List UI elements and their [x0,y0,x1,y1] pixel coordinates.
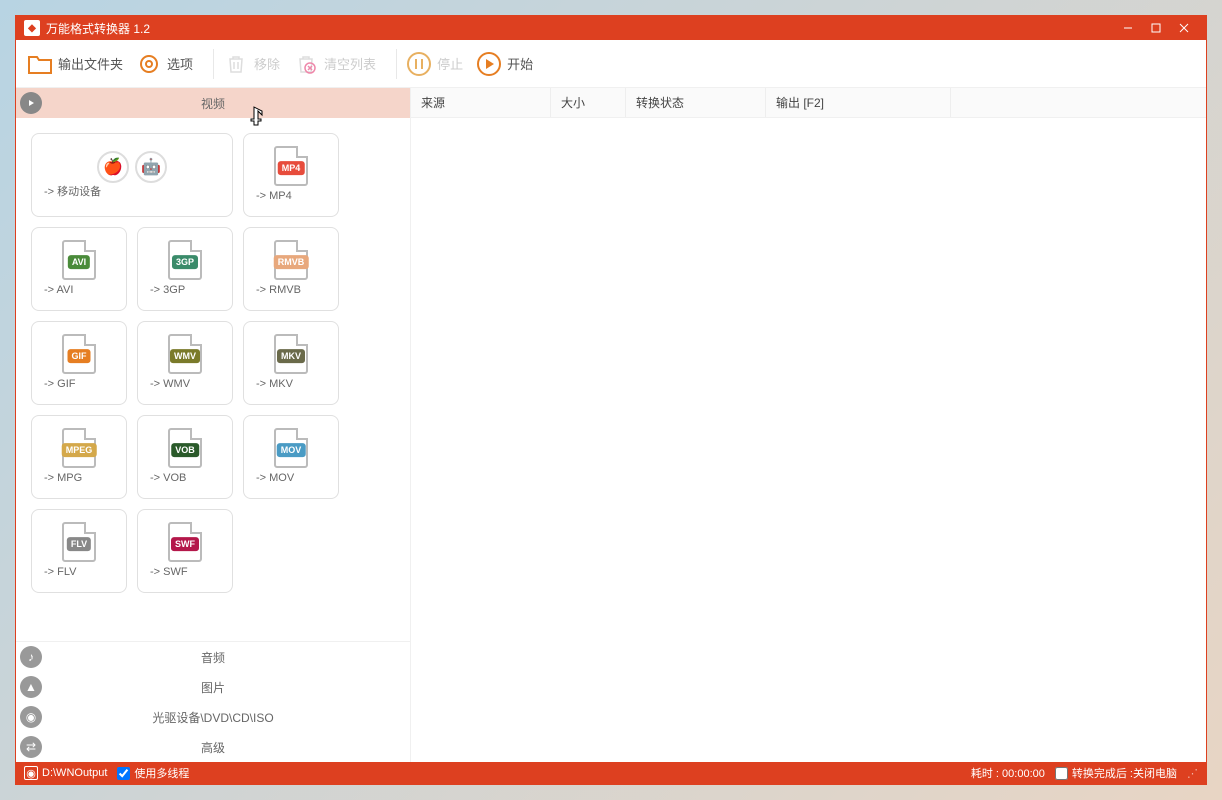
trash-icon [222,50,250,78]
col-status[interactable]: 转换状态 [626,88,766,117]
format-mpeg[interactable]: MPEG -> MPG [31,415,127,499]
statusbar: ◉ D:\WNOutput 使用多线程 耗时 : 00:00:00 转换完成后 … [16,762,1206,784]
resize-grip-icon[interactable]: ⋰ [1187,767,1198,780]
stop-button[interactable]: 停止 [405,50,463,78]
music-icon: ♪ [16,642,46,672]
multithread-checkbox[interactable]: 使用多线程 [117,765,189,781]
disc-icon: ◉ [16,702,46,732]
toolbar: 输出文件夹 选项 移除 清空列表 停止 开始 [16,40,1206,88]
category-advanced[interactable]: ⇄ 高级 [16,732,410,762]
col-empty [951,88,1206,117]
column-headers: 来源 大小 转换状态 输出 [F2] [411,88,1206,118]
play-icon [475,50,503,78]
format-wmv[interactable]: WMV -> WMV [137,321,233,405]
output-path[interactable]: ◉ D:\WNOutput [24,766,107,780]
after-conversion[interactable]: 转换完成后 : 关闭电脑 [1055,765,1177,781]
category-disc[interactable]: ◉ 光驱设备\DVD\CD\ISO [16,702,410,732]
titlebar[interactable]: ◆ 万能格式转换器 1.2 [16,16,1206,40]
format-grid: 🍎 🤖 -> 移动设备 MP4 -> MP4 AVI -> AVI [16,118,410,641]
android-icon: 🤖 [135,151,167,183]
play-circle-icon [16,88,46,118]
trash-x-icon [292,50,320,78]
gear-icon [135,50,163,78]
app-logo-icon: ◆ [24,20,40,36]
format-avi[interactable]: AVI -> AVI [31,227,127,311]
maximize-button[interactable] [1142,16,1170,40]
separator [396,49,397,79]
category-audio[interactable]: ♪ 音频 [16,642,410,672]
format-swf[interactable]: SWF -> SWF [137,509,233,593]
close-button[interactable] [1170,16,1198,40]
output-folder-button[interactable]: 输出文件夹 [26,50,123,78]
window-title: 万能格式转换器 1.2 [46,20,1114,37]
format-mkv[interactable]: MKV -> MKV [243,321,339,405]
col-source[interactable]: 来源 [411,88,551,117]
camera-icon: ◉ [24,766,38,780]
minimize-button[interactable] [1114,16,1142,40]
right-panel: 来源 大小 转换状态 输出 [F2] [411,88,1206,762]
clear-list-button[interactable]: 清空列表 [292,50,376,78]
options-button[interactable]: 选项 [135,50,193,78]
image-icon: ▲ [16,672,46,702]
category-image[interactable]: ▲ 图片 [16,672,410,702]
format-mov[interactable]: MOV -> MOV [243,415,339,499]
pause-icon [405,50,433,78]
format-3gp[interactable]: 3GP -> 3GP [137,227,233,311]
separator [213,49,214,79]
apple-icon: 🍎 [97,151,129,183]
format-mp4[interactable]: MP4 -> MP4 [243,133,339,217]
col-output[interactable]: 输出 [F2] [766,88,951,117]
remove-button[interactable]: 移除 [222,50,280,78]
device-icons: 🍎 🤖 [97,151,167,183]
elapsed-time: 耗时 : 00:00:00 [971,765,1045,781]
format-vob[interactable]: VOB -> VOB [137,415,233,499]
left-panel: 视频 🍎 🤖 -> 移动设备 MP4 -> MP4 [16,88,411,762]
app-window: ◆ 万能格式转换器 1.2 输出文件夹 选项 移除 清空列表 停止 [15,15,1207,785]
format-gif[interactable]: GIF -> GIF [31,321,127,405]
format-mobile[interactable]: 🍎 🤖 -> 移动设备 [31,133,233,217]
file-list[interactable] [411,118,1206,762]
folder-icon [26,50,54,78]
swap-icon: ⇄ [16,732,46,762]
start-button[interactable]: 开始 [475,50,533,78]
content-area: 视频 🍎 🤖 -> 移动设备 MP4 -> MP4 [16,88,1206,762]
col-size[interactable]: 大小 [551,88,626,117]
category-video[interactable]: 视频 [16,88,410,118]
format-rmvb[interactable]: RMVB -> RMVB [243,227,339,311]
bottom-categories: ♪ 音频 ▲ 图片 ◉ 光驱设备\DVD\CD\ISO ⇄ 高级 [16,641,410,762]
format-flv[interactable]: FLV -> FLV [31,509,127,593]
